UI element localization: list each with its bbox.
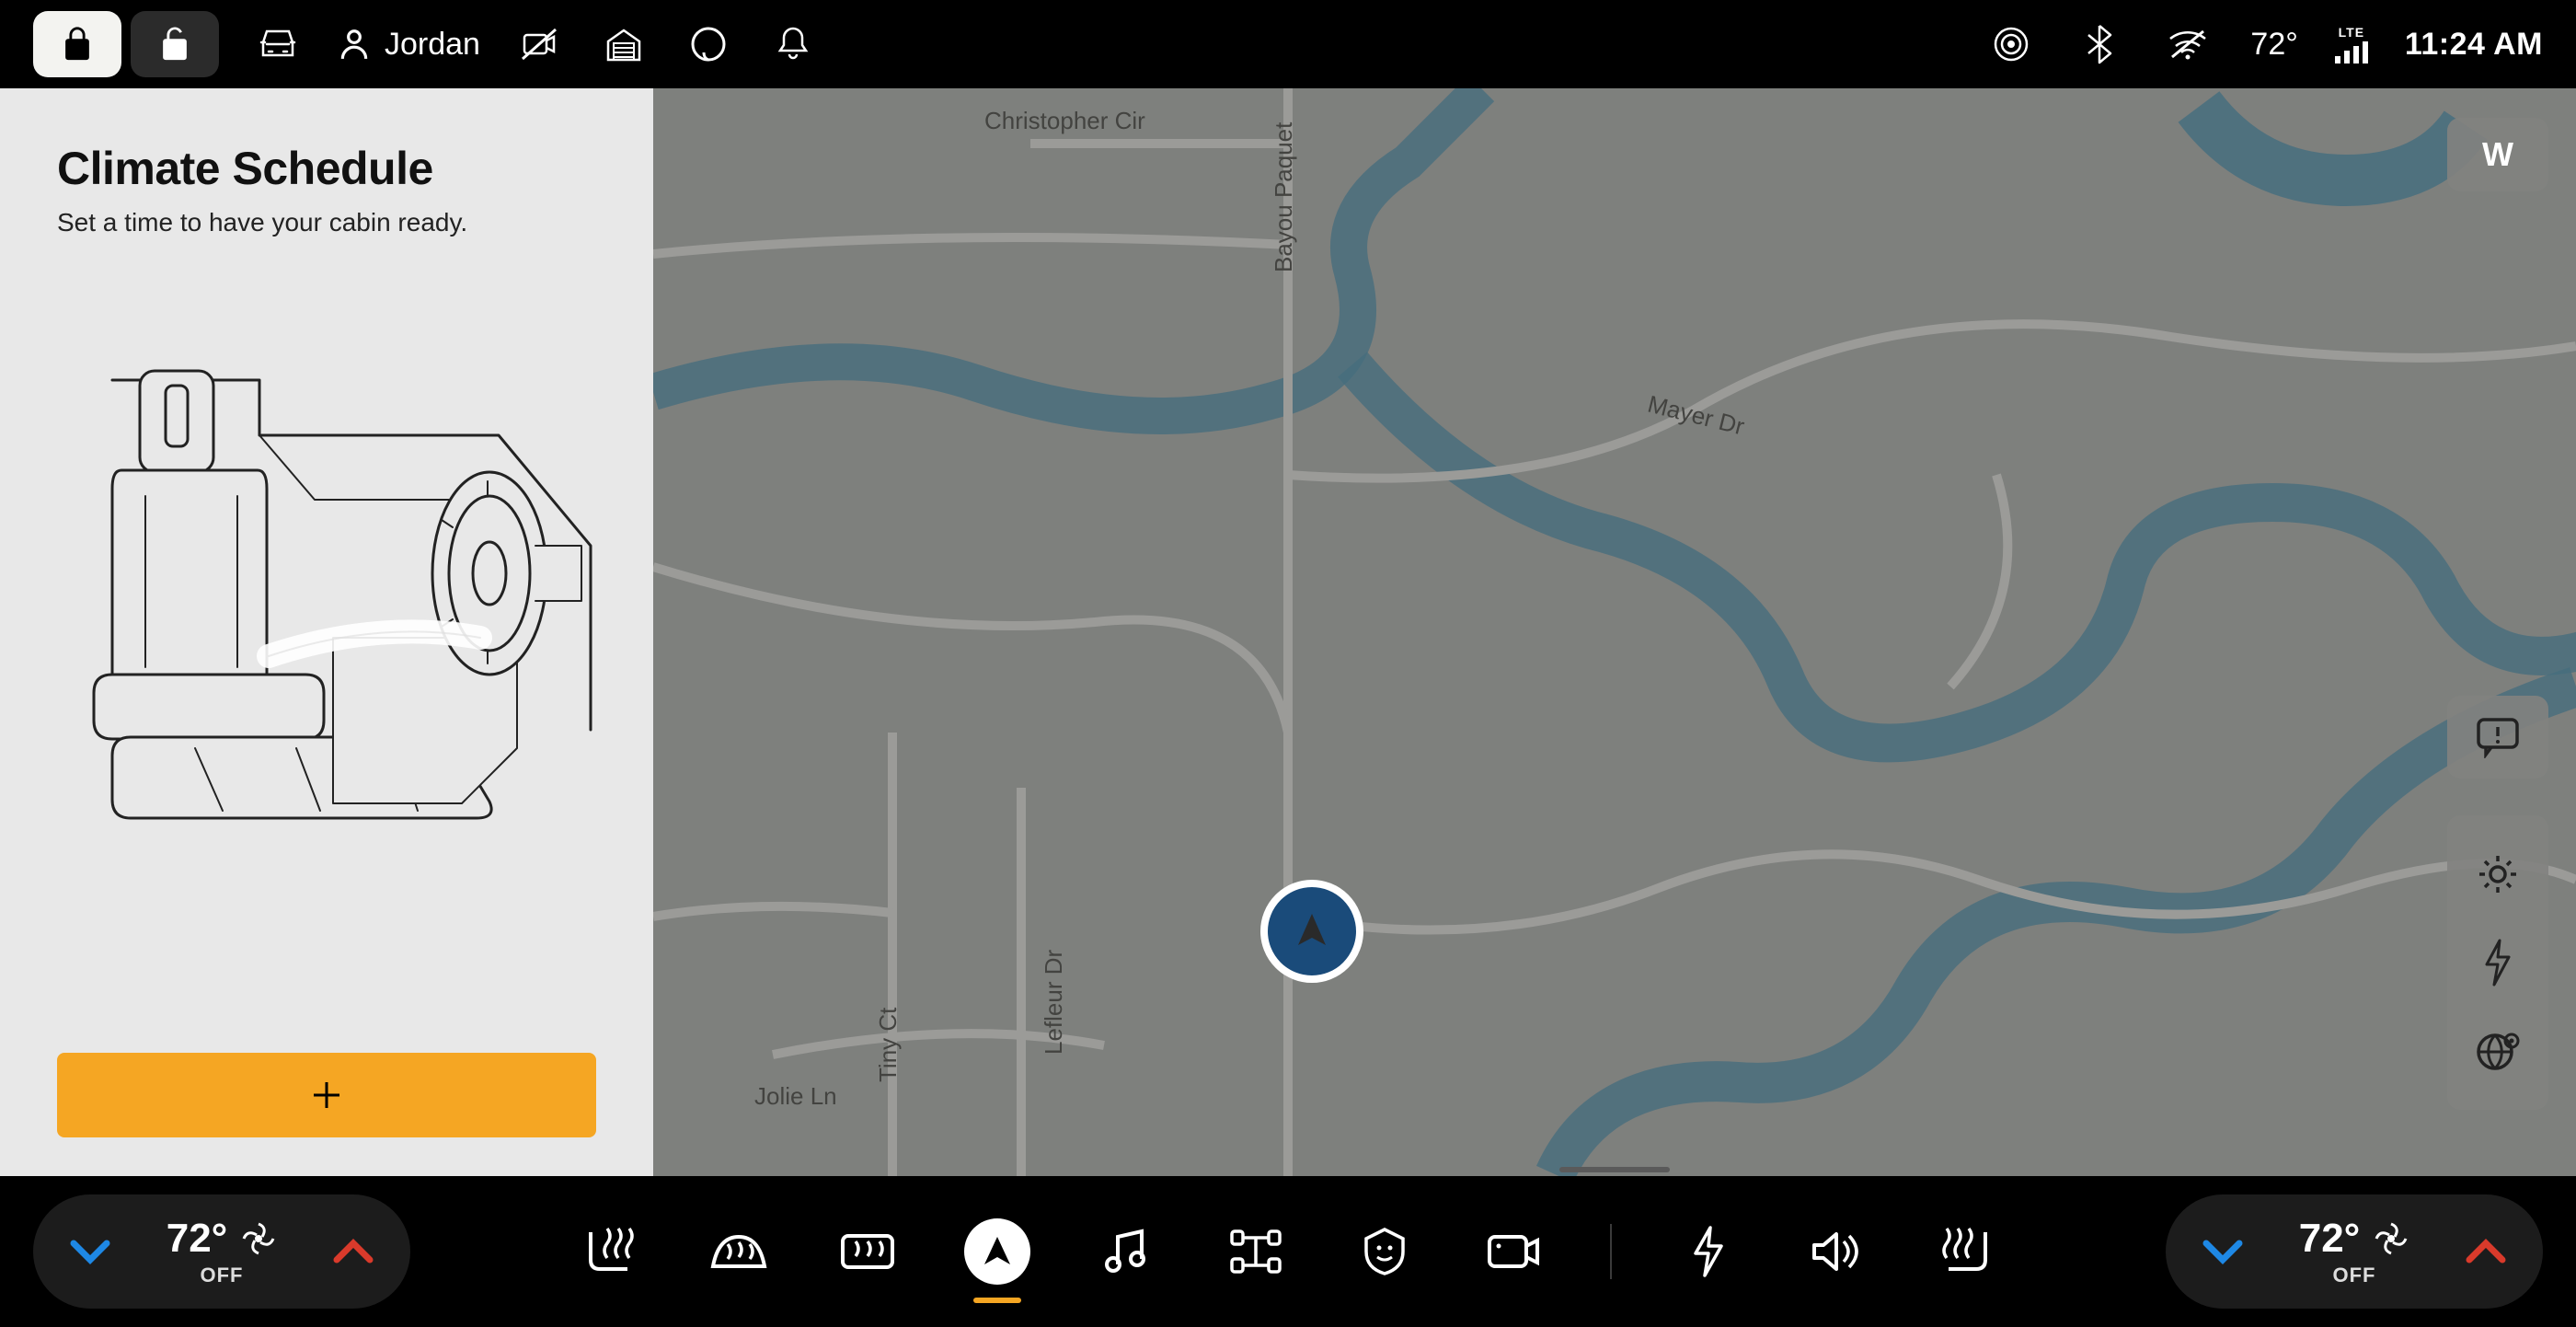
temp-down-icon[interactable] <box>70 1238 110 1265</box>
road-label: Jolie Ln <box>754 1082 837 1111</box>
fan-icon <box>240 1220 277 1257</box>
road-label: Bayou Paquet <box>1270 122 1298 272</box>
profile-button[interactable]: Jordan <box>337 27 480 63</box>
map-feedback-button[interactable] <box>2447 696 2548 779</box>
hotspot-button[interactable] <box>1985 18 2037 70</box>
notifications-button[interactable] <box>767 18 819 70</box>
unlock-icon <box>158 26 191 63</box>
bell-icon <box>776 25 811 63</box>
passenger-temp: 72° <box>2299 1216 2361 1262</box>
wifi-off-icon <box>2167 28 2209 61</box>
feedback-icon <box>2475 716 2521 758</box>
seat-heat-icon <box>1938 1225 1995 1278</box>
person-icon <box>337 27 372 62</box>
rear-defrost-icon <box>837 1229 898 1275</box>
seat-heat-icon <box>581 1225 638 1278</box>
lock-button[interactable] <box>33 11 121 77</box>
top-bar: Jordan 72° LTE 11:24 AM <box>0 0 2576 88</box>
add-schedule-button[interactable] <box>57 1053 596 1137</box>
lock-icon <box>61 26 94 63</box>
compass-button[interactable]: W <box>2447 118 2548 191</box>
main-content: Climate Schedule Set a time to have your… <box>0 88 2576 1176</box>
unlock-button[interactable] <box>131 11 219 77</box>
garage-icon <box>604 25 643 63</box>
globe-pin-icon <box>2473 1026 2523 1076</box>
network-type: LTE <box>2339 25 2364 40</box>
camera-icon <box>1486 1229 1541 1274</box>
road-label: Christopher Cir <box>984 107 1145 135</box>
vehicle-button[interactable] <box>252 18 304 70</box>
navigation-tab[interactable] <box>964 1218 1030 1285</box>
seat-illustration-icon <box>57 362 596 840</box>
fan-icon <box>2373 1220 2409 1257</box>
signal-bars-icon <box>2335 41 2368 63</box>
panel-subtitle: Set a time to have your cabin ready. <box>57 208 596 237</box>
drivetrain-icon <box>1228 1228 1283 1275</box>
current-location-marker[interactable] <box>1260 880 1363 983</box>
road-label: Lefleur Dr <box>1040 950 1068 1055</box>
map-satellite-button[interactable] <box>2447 1007 2548 1095</box>
music-icon <box>1101 1226 1153 1277</box>
temp-up-icon[interactable] <box>333 1238 374 1265</box>
volume-button[interactable] <box>1805 1219 1869 1284</box>
bottom-bar: 72° OFF <box>0 1176 2576 1327</box>
plus-icon <box>308 1077 345 1114</box>
temp-up-icon[interactable] <box>2466 1238 2506 1265</box>
map-view[interactable]: Christopher Cir Bayou Paquet Mayer Dr Le… <box>653 88 2576 1176</box>
passenger-climate-control[interactable]: 72° OFF <box>2166 1194 2543 1309</box>
energy-tab[interactable] <box>1676 1219 1741 1284</box>
wifi-button[interactable] <box>2162 18 2214 70</box>
profile-name: Jordan <box>385 27 480 63</box>
nav-icon <box>979 1233 1016 1270</box>
map-settings-button[interactable] <box>2447 830 2548 918</box>
front-defrost-button[interactable] <box>707 1219 771 1284</box>
camera-off-icon <box>519 26 559 63</box>
cabin-illustration <box>57 357 596 845</box>
map-tools <box>2447 815 2548 1110</box>
driver-climate-control[interactable]: 72° OFF <box>33 1194 410 1309</box>
alexa-button[interactable] <box>683 18 734 70</box>
cellular-status: LTE <box>2335 25 2368 63</box>
map-chargers-button[interactable] <box>2447 918 2548 1007</box>
camera-off-button[interactable] <box>513 18 565 70</box>
gear-guard-tab[interactable] <box>1352 1219 1417 1284</box>
alexa-icon <box>689 25 728 63</box>
garage-button[interactable] <box>598 18 650 70</box>
media-tab[interactable] <box>1095 1219 1159 1284</box>
speaker-icon <box>1811 1229 1864 1275</box>
car-icon <box>256 26 300 63</box>
map-dimmer <box>653 88 2576 1176</box>
driver-seat-heat-button[interactable] <box>578 1219 642 1284</box>
bluetooth-icon <box>2087 24 2112 64</box>
temp-down-icon[interactable] <box>2202 1238 2243 1265</box>
bolt-icon <box>2481 939 2514 987</box>
compass-heading: W <box>2482 135 2513 174</box>
road-label: Tiny Ct <box>874 1008 903 1082</box>
panel-drag-handle[interactable] <box>1559 1167 1670 1172</box>
divider <box>1610 1224 1612 1279</box>
outside-temp: 72° <box>2250 27 2297 63</box>
guard-icon <box>1359 1226 1410 1277</box>
clock: 11:24 AM <box>2405 27 2543 63</box>
gear-icon <box>2475 851 2521 897</box>
bolt-icon <box>1690 1226 1727 1277</box>
panel-title: Climate Schedule <box>57 142 596 195</box>
front-defrost-icon <box>707 1228 770 1275</box>
drive-modes-tab[interactable] <box>1224 1219 1288 1284</box>
hotspot-icon <box>1991 24 2031 64</box>
driver-fan-state: OFF <box>200 1264 243 1287</box>
rear-defrost-button[interactable] <box>835 1219 900 1284</box>
nav-arrow-icon <box>1289 908 1335 954</box>
cameras-tab[interactable] <box>1481 1219 1546 1284</box>
passenger-seat-heat-button[interactable] <box>1934 1219 1998 1284</box>
bluetooth-button[interactable] <box>2074 18 2125 70</box>
climate-schedule-panel: Climate Schedule Set a time to have your… <box>0 88 653 1176</box>
driver-temp: 72° <box>167 1216 228 1262</box>
passenger-fan-state: OFF <box>2332 1264 2375 1287</box>
